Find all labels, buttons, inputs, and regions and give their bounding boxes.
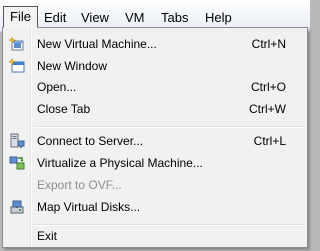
menu-item-new-window[interactable]: New Window (3, 56, 307, 76)
menu-view[interactable]: View (77, 8, 113, 27)
menu-vm-label: VM (125, 10, 145, 25)
server-icon (9, 133, 25, 149)
menu-help[interactable]: Help (201, 8, 236, 27)
menu-edit[interactable]: Edit (40, 8, 70, 27)
menu-item-virtualize-physical-machine[interactable]: Virtualize a Physical Machine... (3, 153, 307, 173)
menu-item-shortcut: Ctrl+W (249, 102, 286, 116)
menu-separator (33, 126, 305, 128)
menu-file[interactable]: File (3, 6, 38, 28)
menu-view-label: View (81, 10, 109, 25)
menu-item-exit[interactable]: Exit (3, 226, 307, 246)
menu-tabs[interactable]: Tabs (157, 8, 192, 27)
menu-vm[interactable]: VM (121, 8, 149, 27)
menu-item-label: Exit (37, 229, 58, 243)
file-menu-dropdown: New Virtual Machine... Ctrl+N New Window… (2, 27, 308, 248)
menu-item-label: Virtualize a Physical Machine... (37, 156, 203, 170)
virtualize-icon (9, 155, 25, 171)
menu-item-label: Connect to Server... (37, 134, 144, 148)
menu-item-new-virtual-machine[interactable]: New Virtual Machine... Ctrl+N (3, 34, 307, 54)
menu-item-map-virtual-disks[interactable]: Map Virtual Disks... (3, 197, 307, 217)
new-vm-icon (8, 36, 25, 52)
menu-file-label: File (10, 9, 31, 24)
menu-item-label: Close Tab (37, 102, 91, 116)
menu-item-label: Map Virtual Disks... (37, 200, 141, 214)
new-window-icon (7, 57, 25, 74)
menu-item-export-to-ovf[interactable]: Export to OVF... (3, 175, 307, 195)
menu-item-connect-to-server[interactable]: Connect to Server... Ctrl+L (3, 131, 307, 151)
menu-item-shortcut: Ctrl+O (250, 80, 286, 94)
menu-tabs-label: Tabs (161, 10, 189, 25)
menu-item-label: Export to OVF... (37, 178, 122, 192)
menu-item-open[interactable]: Open... Ctrl+O (3, 77, 307, 97)
menu-item-shortcut: Ctrl+L (253, 134, 286, 148)
menu-item-label: New Virtual Machine... (37, 37, 157, 51)
menu-item-shortcut: Ctrl+N (251, 37, 286, 51)
disk-icon (9, 199, 25, 215)
menu-item-label: New Window (37, 59, 108, 73)
menu-help-label: Help (205, 10, 232, 25)
menu-item-label: Open... (37, 80, 77, 94)
menu-item-close-tab[interactable]: Close Tab Ctrl+W (3, 99, 307, 119)
menu-edit-label: Edit (44, 10, 67, 25)
